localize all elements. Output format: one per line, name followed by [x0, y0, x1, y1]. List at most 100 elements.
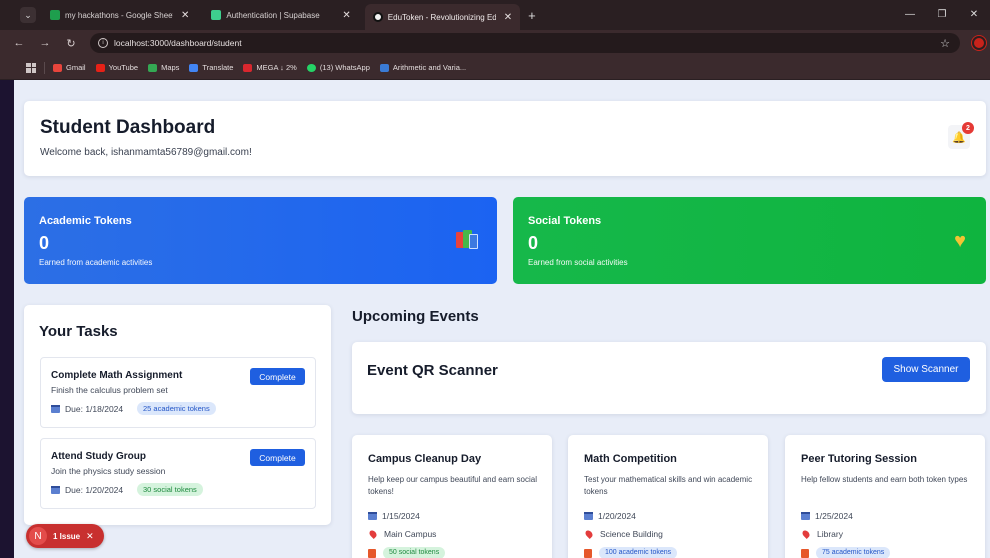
qr-scanner-title: Event QR Scanner — [367, 362, 498, 379]
sheets-icon — [50, 10, 60, 20]
academic-tokens-card: Academic Tokens 0 Earned from academic a… — [24, 197, 497, 284]
social-tokens-card: Social Tokens 0 Earned from social activ… — [513, 197, 986, 284]
notification-count-badge: 2 — [962, 122, 974, 134]
event-token-chip: 100 academic tokens — [599, 547, 678, 558]
tasks-panel: Your Tasks Complete Math Assignment Fini… — [24, 305, 331, 525]
location-pin-icon — [801, 529, 811, 539]
gift-icon — [584, 548, 592, 558]
bookmark-youtube[interactable]: YouTube — [95, 63, 138, 72]
translate-icon — [189, 63, 199, 72]
back-arrow-icon[interactable]: ← — [12, 37, 26, 49]
bookmark-maps[interactable]: Maps — [148, 63, 179, 72]
task-item: Complete Math Assignment Finish the calc… — [40, 357, 316, 428]
show-scanner-button[interactable]: Show Scanner — [882, 357, 970, 382]
event-title: Math Competition — [584, 453, 677, 465]
academic-tokens-title: Academic Tokens — [39, 215, 132, 227]
event-card[interactable]: Math Competition Test your mathematical … — [568, 435, 768, 558]
event-title: Campus Cleanup Day — [368, 453, 482, 465]
mega-icon — [243, 63, 253, 72]
url-text: localhost:3000/dashboard/student — [114, 38, 242, 48]
task-token-chip: 25 academic tokens — [137, 402, 216, 415]
browser-tab-sheets[interactable]: my hackathons - Google Sheets ✕ — [42, 4, 197, 26]
tab-title: EduToken - Revolutionizing Edu — [387, 12, 496, 22]
bookmark-separator — [44, 61, 45, 74]
academic-tokens-subtitle: Earned from academic activities — [39, 258, 153, 267]
browser-toolbar: ← → ↻ i localhost:3000/dashboard/student… — [0, 30, 990, 56]
tab-search-button[interactable]: ⌄ — [20, 7, 36, 23]
task-title: Complete Math Assignment — [51, 370, 183, 381]
bookmark-mega[interactable]: MEGA ↓ 2% — [243, 63, 297, 72]
new-tab-button[interactable]: + — [528, 8, 536, 23]
calendar-icon — [801, 512, 810, 520]
gift-icon — [801, 548, 809, 558]
event-reward: 75 academic tokens — [801, 547, 891, 558]
social-tokens-title: Social Tokens — [528, 215, 602, 227]
complete-task-button[interactable]: Complete — [250, 368, 305, 385]
event-description: Help keep our campus beautiful and earn … — [368, 475, 537, 496]
event-title: Peer Tutoring Session — [801, 453, 917, 465]
close-window-icon[interactable]: ✕ — [958, 0, 990, 30]
bookmark-arithmetic[interactable]: Arithmetic and Varia... — [379, 63, 466, 72]
browser-tab-edutoken[interactable]: EduToken - Revolutionizing Edu ✕ — [364, 4, 521, 30]
dashboard-header: Student Dashboard Welcome back, ishanmam… — [24, 101, 986, 176]
complete-task-button[interactable]: Complete — [250, 449, 305, 466]
close-tab-icon[interactable]: ✕ — [504, 12, 512, 23]
maps-icon — [148, 63, 158, 72]
event-token-chip: 50 social tokens — [383, 547, 446, 558]
event-card[interactable]: Campus Cleanup Day Help keep our campus … — [352, 435, 552, 558]
tab-title: Authentication | Supabase — [226, 10, 320, 20]
edutoken-icon — [372, 12, 383, 22]
academic-tokens-value: 0 — [39, 233, 50, 253]
calendar-icon — [51, 405, 60, 413]
browser-tab-bar: ⌄ my hackathons - Google Sheets ✕ Authen… — [0, 0, 990, 30]
calendar-icon — [584, 512, 593, 520]
issue-count-label: 1 Issue — [53, 531, 81, 541]
location-pin-icon — [368, 529, 378, 539]
forward-arrow-icon[interactable]: → — [38, 37, 52, 49]
nextjs-logo-icon: N — [29, 527, 47, 545]
events-section-title: Upcoming Events — [352, 308, 479, 325]
social-tokens-value: 0 — [528, 233, 539, 253]
event-token-chip: 75 academic tokens — [816, 547, 891, 558]
bookmark-whatsapp[interactable]: (13) WhatsApp — [306, 63, 370, 72]
event-reward: 50 social tokens — [368, 547, 446, 558]
handshake-heart-icon: ♥ — [954, 230, 966, 252]
qr-scanner-card: Event QR Scanner Show Scanner — [352, 342, 986, 414]
event-date: 1/20/2024 — [584, 511, 636, 521]
event-reward: 100 academic tokens — [584, 547, 678, 558]
address-bar[interactable]: i localhost:3000/dashboard/student ☆ — [90, 33, 960, 53]
bookmark-gmail[interactable]: Gmail — [53, 63, 86, 72]
site-info-icon[interactable]: i — [98, 38, 108, 48]
tab-title: my hackathons - Google Sheets — [65, 10, 173, 20]
supabase-icon — [211, 10, 222, 20]
whatsapp-icon — [306, 63, 316, 72]
youtube-icon — [95, 63, 105, 72]
dev-issues-badge[interactable]: N 1 Issue ✕ — [26, 524, 104, 548]
bookmark-translate[interactable]: Translate — [189, 63, 233, 72]
welcome-message: Welcome back, ishanmamta56789@gmail.com! — [40, 147, 252, 158]
calendar-icon — [51, 486, 60, 494]
browser-tab-supabase[interactable]: Authentication | Supabase ✕ — [203, 4, 358, 26]
calendar-icon — [368, 512, 377, 520]
gmail-icon — [53, 63, 62, 72]
gift-icon — [368, 548, 376, 558]
event-description: Help fellow students and earn both token… — [801, 475, 968, 484]
event-date: 1/15/2024 — [368, 511, 420, 521]
bookmark-star-icon[interactable]: ☆ — [940, 37, 950, 50]
event-card[interactable]: Peer Tutoring Session Help fellow studen… — [785, 435, 985, 558]
close-tab-icon[interactable]: ✕ — [342, 10, 350, 21]
window-controls: — ❐ ✕ — [894, 0, 990, 30]
apps-grid-icon[interactable] — [26, 62, 36, 73]
task-due-date: Due: 1/18/2024 — [51, 404, 123, 414]
khan-academy-icon — [379, 63, 389, 72]
restore-icon[interactable]: ❐ — [926, 0, 958, 30]
close-tab-icon[interactable]: ✕ — [181, 10, 189, 21]
location-pin-icon — [584, 529, 594, 539]
reload-icon[interactable]: ↻ — [64, 37, 78, 50]
minimize-icon[interactable]: — — [894, 0, 926, 30]
task-description: Finish the calculus problem set — [51, 385, 168, 395]
event-location: Library — [801, 529, 843, 539]
page-title: Student Dashboard — [40, 117, 216, 138]
close-icon[interactable]: ✕ — [86, 531, 94, 542]
profile-avatar[interactable] — [972, 36, 986, 50]
